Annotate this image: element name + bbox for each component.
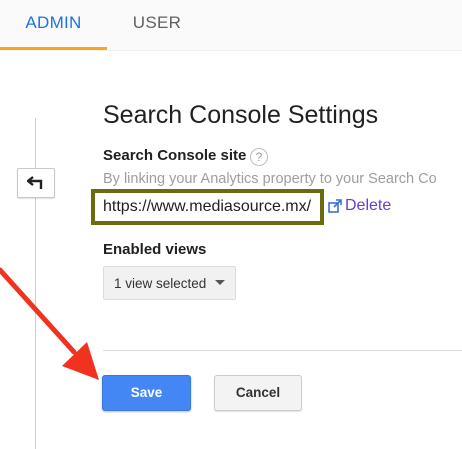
- delete-link[interactable]: Delete: [345, 197, 391, 215]
- views-dropdown-value: 1 view selected: [114, 275, 207, 291]
- section-divider: [103, 350, 462, 351]
- enabled-views-label: Enabled views: [103, 241, 207, 258]
- site-url: https://www.mediasource.mx/: [103, 198, 312, 215]
- tab-user[interactable]: USER: [107, 0, 207, 50]
- external-link-icon[interactable]: [328, 199, 342, 213]
- page-title: Search Console Settings: [103, 101, 379, 129]
- back-button[interactable]: [17, 168, 55, 198]
- save-button[interactable]: Save: [102, 375, 191, 411]
- link-description: By linking your Analytics property to yo…: [103, 171, 437, 187]
- site-url-highlight: https://www.mediasource.mx/: [91, 189, 324, 225]
- search-console-site-label: Search Console site: [103, 147, 247, 164]
- tab-admin[interactable]: ADMIN: [0, 0, 107, 50]
- tab-divider: [0, 50, 462, 51]
- tab-bar: ADMIN USER: [0, 0, 462, 50]
- back-arrow-icon: [27, 176, 43, 189]
- caret-down-icon: [215, 280, 225, 285]
- views-dropdown[interactable]: 1 view selected: [103, 266, 236, 300]
- cancel-button[interactable]: Cancel: [214, 375, 302, 411]
- help-icon[interactable]: ?: [250, 148, 268, 166]
